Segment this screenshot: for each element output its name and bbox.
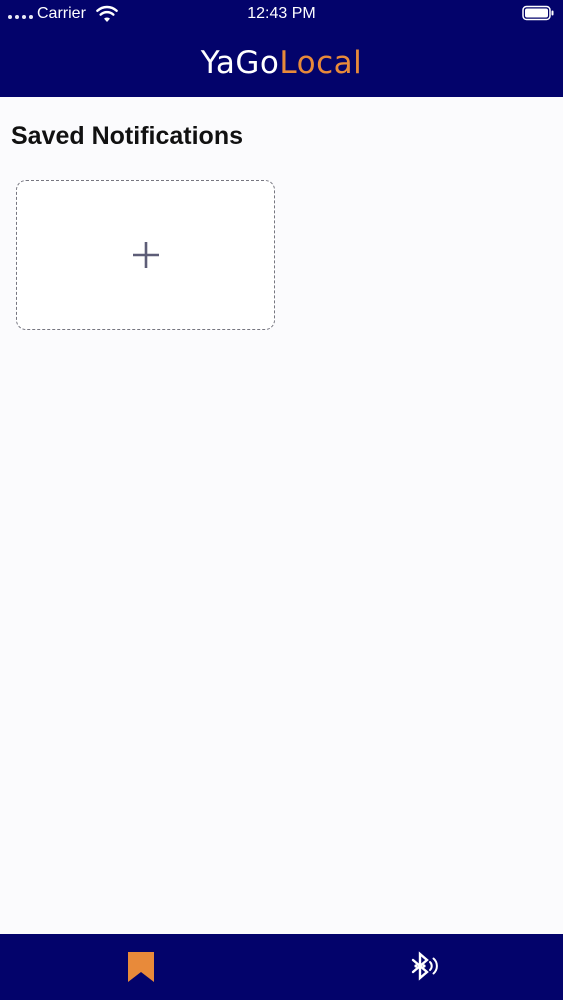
logo-text-yago: YaGo: [200, 45, 280, 81]
status-time: 12:43 PM: [247, 5, 316, 22]
tab-bluetooth[interactable]: [281, 934, 562, 1000]
page-title: Saved Notifications: [11, 122, 243, 150]
app-logo: YaGoLocal: [0, 44, 563, 82]
battery-icon: [522, 5, 554, 21]
status-bar: Carrier 12:43 PM: [0, 0, 563, 30]
plus-icon: [132, 242, 159, 268]
bookmark-icon: [127, 952, 154, 982]
tab-saved-notifications[interactable]: [0, 934, 281, 1000]
add-notification-button[interactable]: [16, 180, 275, 330]
bluetooth-audio-icon: [411, 951, 438, 981]
logo-text-local: Local: [279, 45, 363, 81]
app-header: Carrier 12:43 PM YaGoLocal: [0, 0, 563, 97]
bottom-tab-bar: [0, 934, 563, 1000]
